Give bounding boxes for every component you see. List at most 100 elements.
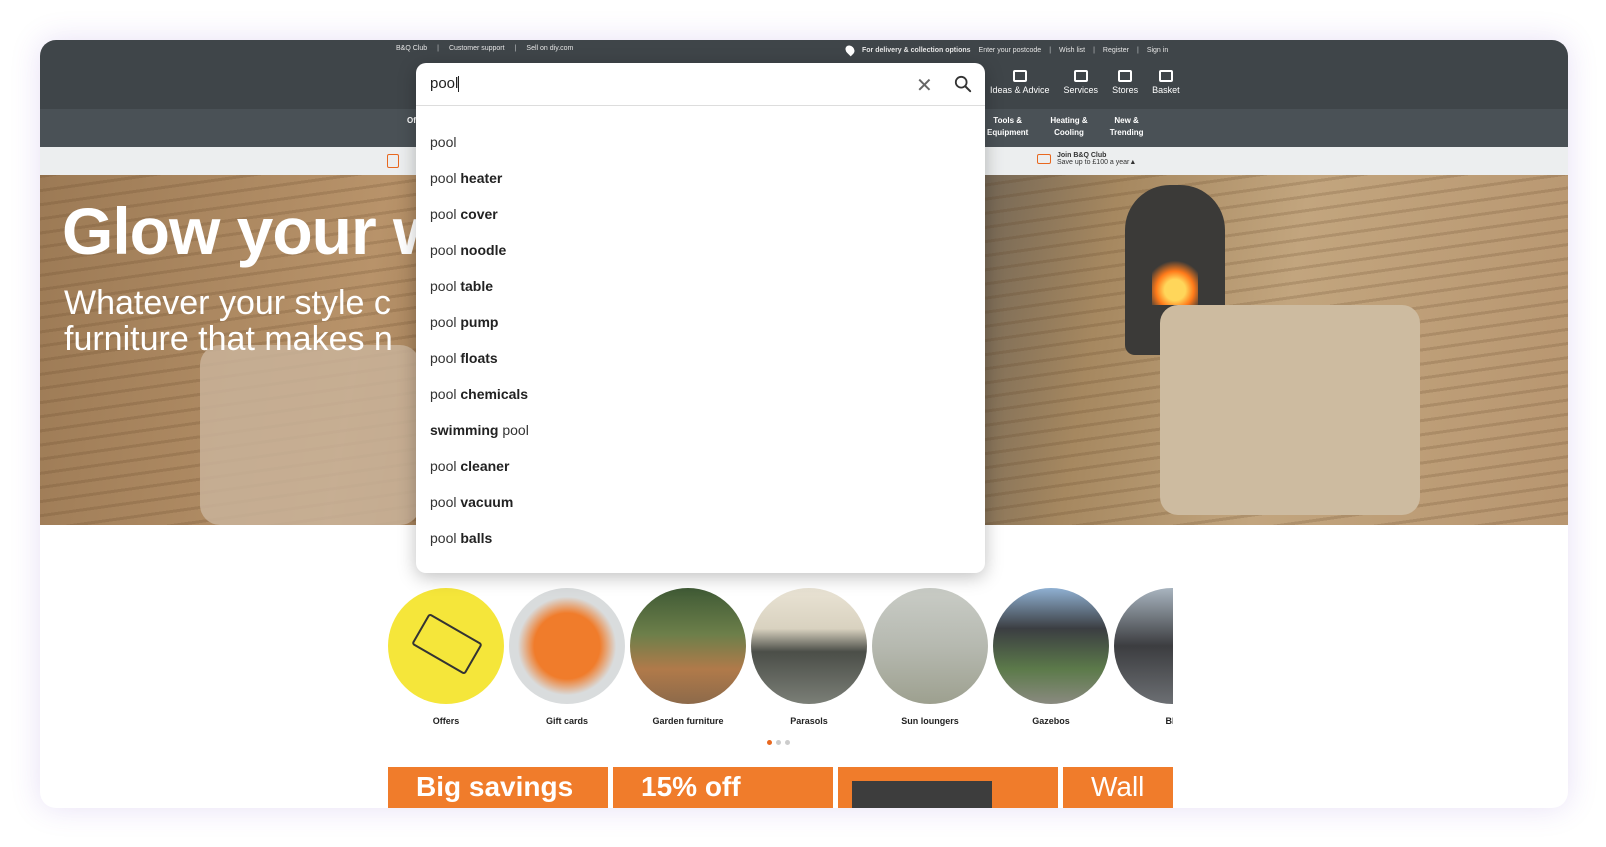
suggestion-completion: cleaner: [460, 458, 510, 474]
garden-furniture-image: [630, 588, 746, 704]
category-offers-partial[interactable]: Of: [407, 115, 416, 127]
click-collect-icon: [387, 154, 399, 168]
pagination-dot[interactable]: [785, 740, 790, 745]
category-label: Gift cards: [545, 716, 588, 726]
search-suggestion[interactable]: pool heater: [416, 160, 985, 196]
suggestion-prefix: pool: [430, 350, 461, 366]
banner-wall[interactable]: Wall: [1063, 767, 1173, 808]
separator: |: [514, 45, 517, 52]
sell-link[interactable]: Sell on diy.com: [526, 45, 573, 52]
category-label: Gazebos: [1032, 716, 1070, 726]
search-input[interactable]: pool: [430, 75, 890, 93]
category-heating[interactable]: Heating & Cooling: [1050, 115, 1087, 139]
search-suggestion[interactable]: pool cleaner: [416, 448, 985, 484]
category-card-sun-loungers[interactable]: Sun loungers: [872, 588, 988, 726]
search-icon[interactable]: [954, 75, 972, 93]
browser-frame: B&Q Club | Customer support | Sell on di…: [40, 40, 1568, 808]
search-suggestion[interactable]: pool balls: [416, 520, 985, 556]
offer-banners: Big savings 15% off Wall: [388, 767, 1173, 808]
category-label: Equipment: [987, 128, 1029, 137]
separator: |: [437, 45, 439, 52]
register-link[interactable]: Register: [1103, 47, 1129, 54]
club-title: Join B&Q Club: [1057, 152, 1107, 159]
category-label: New &: [1114, 116, 1139, 125]
offers-image: [388, 588, 504, 704]
suggestion-prefix: pool: [430, 242, 461, 258]
search-suggestion[interactable]: pool cover: [416, 196, 985, 232]
postcode-link[interactable]: Enter your postcode: [979, 47, 1042, 54]
separator: |: [1049, 46, 1052, 54]
suggestion-completion: noodle: [460, 242, 507, 258]
hero-subtitle: Whatever your style c furniture that mak…: [64, 285, 393, 357]
gazebos-image: [993, 588, 1109, 704]
category-label: Heating &: [1050, 116, 1088, 125]
category-card-offers[interactable]: Offers: [388, 588, 504, 726]
hero-chair-left-image: [200, 345, 420, 525]
account-links: For delivery & collection options Enter …: [843, 43, 1168, 57]
banner-big-savings[interactable]: Big savings: [388, 767, 608, 808]
category-label: BB: [1165, 716, 1174, 726]
pagination-dot[interactable]: [767, 740, 772, 745]
separator: |: [1136, 46, 1139, 54]
banner-dark-image: [852, 781, 992, 808]
location-pin-icon: [843, 43, 857, 57]
pagination-dot[interactable]: [776, 740, 781, 745]
search-suggestion[interactable]: pool noodle: [416, 232, 985, 268]
suggestion-prefix: pool: [430, 530, 461, 546]
category-label: Parasols: [790, 716, 828, 726]
stores-button[interactable]: Stores: [1112, 70, 1138, 95]
category-card-gazebos[interactable]: Gazebos: [993, 588, 1109, 726]
separator: |: [1093, 46, 1095, 54]
search-suggestion[interactable]: pool chemicals: [416, 376, 985, 412]
suggestion-completion: pump: [460, 314, 499, 330]
ideas-advice-label: Ideas & Advice: [990, 85, 1050, 95]
search-suggestion[interactable]: pool table: [416, 268, 985, 304]
category-carousel: Offers Gift cards Garden furniture Paras…: [388, 588, 1173, 733]
category-label: Offers: [432, 716, 460, 726]
category-card-parasols[interactable]: Parasols: [751, 588, 867, 726]
search-suggestion[interactable]: swimming pool: [416, 412, 985, 448]
sign-in-link[interactable]: Sign in: [1147, 47, 1168, 54]
category-label: Sun loungers: [901, 716, 959, 726]
search-suggestion[interactable]: pool pump: [416, 304, 985, 340]
suggestion-prefix: pool: [430, 458, 461, 474]
clear-icon[interactable]: ✕: [916, 73, 933, 98]
suggestion-completion: heater: [460, 170, 503, 186]
tools-icon: [1073, 70, 1088, 82]
search-suggestion[interactable]: pool: [416, 124, 985, 160]
suggestion-completion: cover: [460, 206, 498, 222]
wish-list-link[interactable]: Wish list: [1059, 47, 1085, 54]
basket-button[interactable]: Basket: [1152, 70, 1180, 95]
search-suggestion[interactable]: pool floats: [416, 340, 985, 376]
customer-support-link[interactable]: Customer support: [449, 45, 505, 52]
suggestion-prefix: pool: [430, 314, 461, 330]
delivery-label: For delivery & collection options: [862, 46, 971, 54]
banner-dark[interactable]: [838, 767, 1058, 808]
category-card-gift-cards[interactable]: Gift cards: [509, 588, 625, 726]
suggestion-completion: table: [460, 278, 494, 294]
category-tools[interactable]: Tools & Equipment: [987, 115, 1028, 139]
search-suggestion[interactable]: pool vacuum: [416, 484, 985, 520]
services-button[interactable]: Services: [1063, 70, 1099, 95]
bbq-image: [1114, 588, 1173, 704]
price-tag-icon: [411, 612, 483, 676]
suggestion-prefix: pool: [430, 170, 461, 186]
category-card-garden-furniture[interactable]: Garden furniture: [630, 588, 746, 726]
category-card-bbq[interactable]: BB: [1114, 588, 1173, 726]
search-bar: pool ✕: [416, 63, 985, 106]
club-link[interactable]: B&Q Club: [396, 45, 427, 52]
suggestion-prefix: pool: [430, 278, 461, 294]
banner-15-off[interactable]: 15% off: [613, 767, 833, 808]
category-new-trending[interactable]: New & Trending: [1110, 115, 1144, 139]
suggestion-completion: balls: [460, 530, 493, 546]
club-promo[interactable]: Join B&Q Club Save up to £100 a year▲: [1037, 152, 1136, 166]
ideas-advice-button[interactable]: Ideas & Advice: [990, 70, 1050, 95]
sun-loungers-image: [872, 588, 988, 704]
category-label: Trending: [1109, 128, 1144, 137]
utility-links: B&Q Club | Customer support | Sell on di…: [396, 45, 573, 52]
parasols-image: [751, 588, 867, 704]
header-nav: Ideas & Advice Services Stores Basket: [990, 70, 1180, 95]
services-label: Services: [1063, 85, 1099, 95]
suggestion-prefix: pool: [430, 134, 457, 150]
suggestion-completion: swimming: [430, 422, 499, 438]
